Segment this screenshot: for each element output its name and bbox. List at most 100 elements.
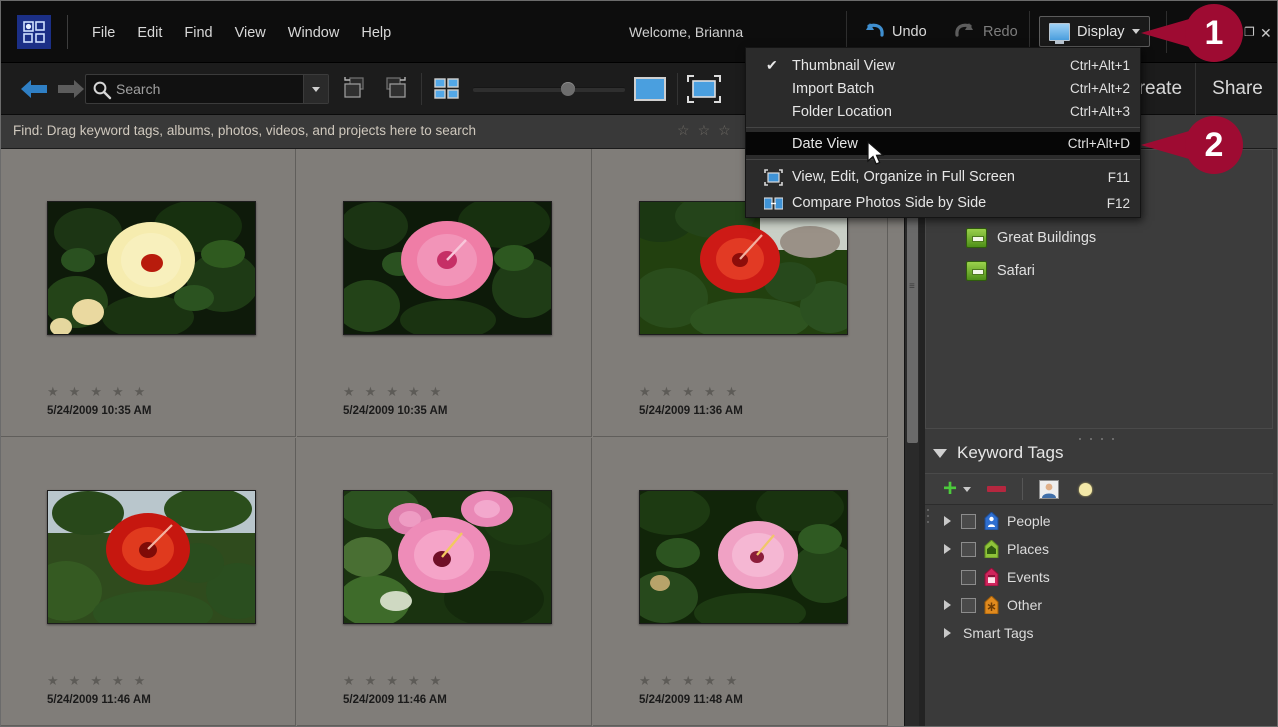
menu-item-label: Import Batch (792, 80, 875, 97)
keyword-tags-title: Keyword Tags (957, 443, 1064, 462)
find-bar-rating-filter[interactable]: ☆ ☆ ☆ (677, 123, 731, 137)
chevron-down-icon[interactable] (933, 448, 947, 458)
menu-item-shortcut: Ctrl+Alt+3 (1069, 104, 1130, 119)
photo-rating[interactable]: ★ ★ ★ ★ ★ (343, 385, 441, 398)
grid-view-icon[interactable] (433, 75, 461, 101)
expand-arrow-icon[interactable] (941, 516, 953, 526)
thumbnail-size-slider[interactable] (473, 87, 625, 92)
menu-separator (746, 127, 1140, 128)
add-tag-caret-icon[interactable] (963, 486, 972, 492)
keyword-row-people[interactable]: People (941, 507, 1273, 535)
photo-rating[interactable]: ★ ★ ★ ★ ★ (47, 674, 145, 687)
share-button[interactable]: Share (1195, 63, 1277, 115)
menu-item-shortcut: Ctrl+Alt+1 (1069, 58, 1130, 73)
photo-caption-date: 5/24/2009 11:46 AM (343, 694, 447, 706)
keyword-toolbar-separator (1022, 478, 1024, 500)
rotate-left-icon[interactable] (341, 75, 369, 101)
people-recognition-icon[interactable] (1039, 479, 1060, 499)
full-screen-icon (764, 168, 783, 186)
keyword-checkbox[interactable] (961, 541, 976, 557)
menu-item-thumbnail-view[interactable]: ✔ Thumbnail View Ctrl+Alt+1 (746, 54, 1140, 77)
photo-cell[interactable]: ★ ★ ★ ★ ★ 5/24/2009 10:35 AM (1, 149, 296, 437)
photo-cell[interactable]: ★ ★ ★ ★ ★ 5/24/2009 11:46 AM (297, 438, 592, 726)
keyword-row-other[interactable]: Other (941, 591, 1273, 619)
callout-number: 1 (1185, 4, 1243, 62)
search-dropdown-caret-icon[interactable] (303, 75, 328, 103)
album-icon (966, 228, 987, 248)
display-button[interactable]: Display (1039, 16, 1150, 47)
keyword-checkbox[interactable] (961, 569, 976, 585)
compare-side-by-side-icon (763, 195, 784, 212)
full-screen-view-icon[interactable] (687, 75, 721, 103)
menu-item-label: Folder Location (792, 103, 892, 120)
add-tag-icon[interactable]: + (943, 477, 957, 501)
keyword-row-events[interactable]: Events (941, 563, 1273, 591)
tag-icon (984, 567, 999, 587)
expand-arrow-icon[interactable] (941, 544, 953, 554)
search-box[interactable] (85, 74, 329, 104)
menu-item-compare-side-by-side[interactable]: Compare Photos Side by Side F12 (746, 190, 1140, 216)
keyword-checkbox[interactable] (961, 513, 976, 529)
redo-button[interactable]: Redo (954, 19, 1018, 45)
rating-star-3[interactable]: ☆ (718, 123, 731, 137)
menu-window[interactable]: Window (277, 22, 351, 44)
album-item-great-buildings[interactable]: Great Buildings (966, 228, 1096, 248)
undo-button[interactable]: Undo (863, 19, 927, 45)
expand-arrow-icon[interactable] (941, 628, 953, 638)
suggestion-bulb-icon[interactable] (1079, 482, 1093, 496)
photo-thumbnail[interactable] (47, 490, 256, 624)
remove-tag-icon[interactable] (987, 486, 1007, 492)
tag-icon (984, 539, 999, 559)
photo-rating[interactable]: ★ ★ ★ ★ ★ (47, 385, 145, 398)
menu-find[interactable]: Find (173, 22, 223, 44)
photo-rating[interactable]: ★ ★ ★ ★ ★ (343, 674, 441, 687)
photo-rating[interactable]: ★ ★ ★ ★ ★ (639, 385, 737, 398)
search-input[interactable] (86, 80, 303, 98)
single-photo-view-icon[interactable] (633, 75, 666, 101)
rating-star-1[interactable]: ☆ (677, 123, 690, 137)
photo-thumbnail[interactable] (639, 490, 848, 624)
menu-item-shortcut: Ctrl+Alt+D (1067, 136, 1130, 151)
right-panel: Great Buildings Safari Keyword Tags + Pe… (919, 149, 1277, 726)
keyword-row-smart-tags[interactable]: Smart Tags (941, 619, 1273, 647)
album-item-safari[interactable]: Safari (966, 261, 1035, 281)
display-label: Display (1077, 23, 1125, 40)
undo-label: Undo (892, 24, 927, 40)
keyword-checkbox[interactable] (961, 597, 976, 613)
photo-organizer-window: File Edit Find View Window Help Welcome,… (0, 0, 1278, 727)
photo-grid: ★ ★ ★ ★ ★ 5/24/2009 10:35 AM ★ ★ ★ ★ ★ 5… (1, 149, 904, 726)
photo-thumbnail[interactable] (47, 201, 256, 335)
photo-grid-scrollbar[interactable] (904, 149, 919, 726)
chevron-down-icon (1131, 29, 1140, 34)
photo-thumbnail[interactable] (343, 490, 552, 624)
keyword-label: Events (1007, 569, 1050, 585)
menu-item-date-view[interactable]: Date View Ctrl+Alt+D (746, 132, 1140, 155)
photo-rating[interactable]: ★ ★ ★ ★ ★ (639, 674, 737, 687)
keyword-label: Places (1007, 541, 1050, 557)
rotate-right-icon[interactable] (381, 75, 409, 101)
menu-item-folder-location[interactable]: Folder Location Ctrl+Alt+3 (746, 100, 1140, 123)
photo-cell[interactable]: ★ ★ ★ ★ ★ 5/24/2009 10:35 AM (297, 149, 592, 437)
photo-caption-date: 5/24/2009 11:48 AM (639, 694, 743, 706)
toolbar-separator-2 (677, 73, 678, 105)
redo-icon (954, 21, 976, 44)
menu-item-import-batch[interactable]: Import Batch Ctrl+Alt+2 (746, 77, 1140, 100)
menu-separator (746, 159, 1140, 160)
thumbnail-size-slider-handle[interactable] (561, 82, 575, 96)
expand-arrow-icon[interactable] (941, 600, 953, 610)
find-bar-hint: Find: Drag keyword tags, albums, photos,… (13, 123, 476, 138)
menu-help[interactable]: Help (350, 22, 402, 44)
photo-cell[interactable]: ★ ★ ★ ★ ★ 5/24/2009 11:46 AM (1, 438, 296, 726)
keyword-row-places[interactable]: Places (941, 535, 1273, 563)
menu-item-full-screen[interactable]: View, Edit, Organize in Full Screen F11 (746, 164, 1140, 190)
menu-view[interactable]: View (224, 22, 277, 44)
rating-star-2[interactable]: ☆ (698, 123, 711, 137)
keyword-tags-header[interactable]: Keyword Tags (925, 435, 1273, 471)
photo-thumbnail[interactable] (343, 201, 552, 335)
photo-thumbnail[interactable] (639, 201, 848, 335)
photo-cell[interactable]: ★ ★ ★ ★ ★ 5/24/2009 11:48 AM (593, 438, 888, 726)
tag-icon (984, 595, 999, 615)
toolbar-separator-1 (421, 73, 422, 105)
display-dropdown-menu: ✔ Thumbnail View Ctrl+Alt+1 Import Batch… (745, 47, 1141, 218)
album-label: Great Buildings (997, 230, 1097, 246)
